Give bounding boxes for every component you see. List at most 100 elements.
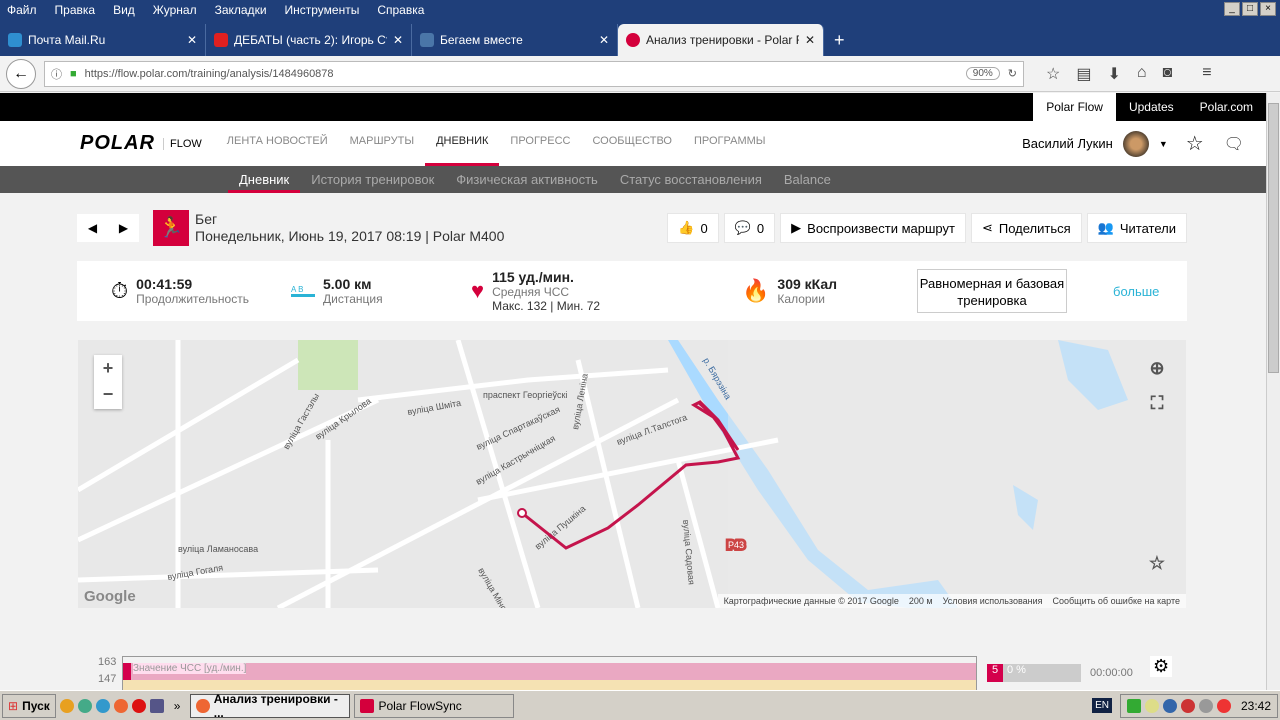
taskbar-firefox-window[interactable]: Анализ тренировки - ... [190, 692, 351, 720]
tab-mail[interactable]: Почта Mail.Ru ✕ [0, 24, 206, 56]
tray-icon[interactable] [1180, 698, 1195, 713]
notifications-icon[interactable]: 🗨 [1224, 134, 1244, 154]
subnav-history[interactable]: История тренировок [300, 166, 445, 193]
link-polar-flow[interactable]: Polar Flow [1033, 93, 1116, 121]
minimize-button[interactable]: _ [1224, 2, 1240, 16]
taskbar: ⊞ Пуск » Анализ тренировки - ... Polar Fl… [0, 690, 1280, 720]
map-label: вуліца Гогаля [167, 562, 224, 582]
tray-icon[interactable] [1126, 698, 1141, 713]
zoom-out-button[interactable]: − [94, 381, 122, 407]
nav-routes[interactable]: МАРШРУТЫ [339, 121, 425, 166]
subnav-balance[interactable]: Balance [773, 166, 842, 193]
polar-logo[interactable]: POLAR [80, 132, 155, 155]
prev-training-icon[interactable]: ◀ [88, 221, 97, 235]
quicklaunch-icon[interactable] [59, 698, 74, 713]
link-polar-com[interactable]: Polar.com [1187, 93, 1266, 121]
menu-view[interactable]: Вид [113, 3, 135, 19]
close-tab-icon[interactable]: ✕ [393, 33, 403, 47]
menu-tools[interactable]: Инструменты [285, 3, 360, 19]
save-icon[interactable] [149, 698, 164, 713]
menu-bookmarks[interactable]: Закладки [215, 3, 267, 19]
new-tab-button[interactable]: + [824, 24, 855, 56]
readers-button[interactable]: 👥 Читатели [1086, 213, 1187, 243]
link-updates[interactable]: Updates [1116, 93, 1187, 121]
language-indicator[interactable]: EN [1092, 698, 1112, 713]
quicklaunch-icon[interactable] [95, 698, 110, 713]
bookmark-star-icon[interactable]: ☆ [1046, 64, 1060, 84]
menu-help[interactable]: Справка [377, 3, 424, 19]
like-button[interactable]: 👍 0 [667, 213, 719, 243]
report-error-link[interactable]: Сообщить об ошибке на карте [1053, 596, 1180, 606]
comment-button[interactable]: 💬 0 [723, 213, 776, 243]
reload-icon[interactable]: ↻ [1008, 67, 1017, 80]
page-scrollbar[interactable] [1266, 93, 1280, 690]
tray-icon[interactable] [1162, 698, 1177, 713]
scrollbar-thumb[interactable] [1268, 103, 1279, 373]
favorites-star-icon[interactable]: ☆ [1186, 131, 1204, 156]
taskbar-flowsync-window[interactable]: Polar FlowSync [354, 693, 515, 718]
tab-youtube[interactable]: ДЕБАТЫ (часть 2): Игорь Ст... ✕ [206, 24, 412, 56]
firefox-icon[interactable] [113, 698, 128, 713]
url-text[interactable]: https://flow.polar.com/training/analysis… [85, 68, 958, 80]
share-button[interactable]: ⋖ Поделиться [970, 213, 1082, 243]
user-name[interactable]: Василий Лукин [1022, 136, 1113, 151]
url-bar[interactable]: ⓘ ■ https://flow.polar.com/training/analy… [44, 60, 1024, 87]
tray-icon[interactable] [1198, 698, 1213, 713]
distance-value: 5.00 км [323, 276, 372, 292]
replay-route-button[interactable]: ▶ Воспроизвести маршрут [780, 213, 966, 243]
tray-icon[interactable] [1144, 698, 1159, 713]
pocket-icon[interactable]: ◙ [1163, 64, 1173, 84]
menu-edit[interactable]: Правка [55, 3, 96, 19]
menu-history[interactable]: Журнал [153, 3, 197, 19]
tab-polar[interactable]: Анализ тренировки - Polar F... ✕ [618, 24, 824, 56]
share-label: Поделиться [998, 220, 1071, 236]
avatar[interactable] [1122, 130, 1149, 157]
close-tab-icon[interactable]: ✕ [805, 33, 815, 47]
start-button[interactable]: ⊞ Пуск [2, 693, 56, 718]
maximize-button[interactable]: □ [1242, 2, 1258, 16]
nav-programs[interactable]: ПРОГРАММЫ [683, 121, 777, 166]
library-icon[interactable]: ▤ [1076, 64, 1091, 84]
nav-diary[interactable]: ДНЕВНИК [425, 121, 500, 166]
map-label: вуліца Шміта [407, 398, 462, 417]
locate-icon[interactable]: ⊕ [1144, 355, 1170, 381]
hr-min: Мин. 72 [556, 299, 601, 313]
nav-feed[interactable]: ЛЕНТА НОВОСТЕЙ [216, 121, 339, 166]
next-training-icon[interactable]: ▶ [119, 221, 128, 235]
tab-title: Анализ тренировки - Polar F... [646, 33, 799, 47]
youtube-favicon-icon [214, 33, 228, 47]
terms-link[interactable]: Условия использования [943, 596, 1043, 606]
tray-icon[interactable] [1216, 698, 1231, 713]
training-type-button[interactable]: Равномерная и базовая тренировка [917, 269, 1067, 313]
thumbs-up-icon: 👍 [678, 220, 695, 235]
chevron-down-icon[interactable]: ▼ [1159, 139, 1168, 149]
clock[interactable]: 23:42 [1241, 699, 1271, 713]
menu-file[interactable]: Файл [7, 3, 37, 19]
hamburger-menu-icon[interactable]: ≡ [1202, 64, 1211, 84]
nav-community[interactable]: СООБЩЕСТВО [581, 121, 683, 166]
sport-name: Бег [195, 211, 218, 227]
tab-vk[interactable]: Бегаем вместе ✕ [412, 24, 618, 56]
info-icon[interactable]: ⓘ [51, 66, 62, 82]
download-icon[interactable]: ⬇ [1107, 64, 1120, 84]
close-window-button[interactable]: × [1260, 2, 1276, 16]
zoom-level[interactable]: 90% [965, 67, 1000, 80]
route-map[interactable]: праспект Георгіеўскі вуліца Мінская вулі… [78, 340, 1186, 608]
nav-progress[interactable]: ПРОГРЕСС [499, 121, 581, 166]
zoom-in-button[interactable]: + [94, 355, 122, 381]
more-quicklaunch[interactable]: » [174, 699, 181, 713]
chart-settings-icon[interactable]: ⚙ [1150, 656, 1173, 677]
subnav-activity[interactable]: Физическая активность [445, 166, 609, 193]
subnav-diary[interactable]: Дневник [228, 166, 301, 193]
fullscreen-icon[interactable]: ⛶ [1144, 390, 1170, 416]
more-link[interactable]: больше [1113, 284, 1159, 299]
home-icon[interactable]: ⌂ [1137, 64, 1147, 84]
subnav-recovery[interactable]: Статус восстановления [609, 166, 773, 193]
polar-top-bar: Polar Flow Updates Polar.com [0, 93, 1266, 121]
back-button[interactable]: ← [6, 58, 36, 89]
star-icon[interactable]: ☆ [1144, 550, 1170, 576]
opera-icon[interactable] [131, 698, 146, 713]
close-tab-icon[interactable]: ✕ [599, 33, 609, 47]
chrome-icon[interactable] [77, 698, 92, 713]
close-tab-icon[interactable]: ✕ [187, 33, 197, 47]
